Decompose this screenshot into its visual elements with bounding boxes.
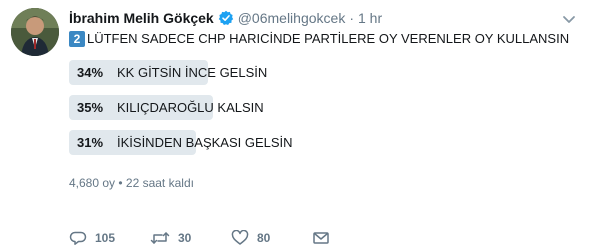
poll-label-2: KILIÇDAROĞLU KALSIN — [117, 100, 264, 115]
tweet-text-body: LÜTFEN SADECE CHP HARICİNDE PARTİLERE OY… — [87, 31, 570, 46]
poll-label-3: İKİSİNDEN BAŞKASI GELSİN — [117, 135, 293, 150]
poll: 34% KK GİTSİN İNCE GELSİN 35% KILIÇDAROĞ… — [69, 60, 479, 165]
tweet-timestamp[interactable]: 1 hr — [358, 10, 382, 26]
author-handle[interactable]: @06melihgokcek — [238, 10, 346, 26]
reply-count: 105 — [95, 231, 116, 245]
retweet-count: 30 — [178, 231, 192, 245]
chevron-down-icon[interactable] — [562, 12, 576, 23]
avatar-image — [11, 8, 59, 56]
like-button[interactable]: 80 — [231, 230, 270, 246]
poll-option-1: 34% KK GİTSİN İNCE GELSİN — [69, 60, 479, 85]
keycap-two-emoji: 2 — [69, 31, 85, 47]
retweet-icon — [150, 230, 170, 246]
direct-message-button[interactable] — [312, 230, 330, 246]
direct-message-icon — [312, 230, 330, 246]
poll-option-3: 31% İKİSİNDEN BAŞKASI GELSİN — [69, 130, 479, 155]
reply-button[interactable]: 105 — [69, 230, 115, 246]
poll-percent-3: 31% — [77, 135, 104, 150]
poll-percent-1: 34% — [77, 65, 104, 80]
poll-percent-2: 35% — [77, 100, 104, 115]
separator-dot: · — [349, 10, 354, 26]
tweet-text: 2 LÜTFEN SADECE CHP HARICİNDE PARTİLERE … — [69, 30, 570, 48]
tweet-header: İbrahim Melih Gökçek @06melihgokcek · 1 … — [69, 8, 550, 28]
tweet[interactable]: İbrahim Melih Gökçek @06melihgokcek · 1 … — [0, 0, 590, 252]
retweet-button[interactable]: 30 — [150, 230, 191, 246]
author-name[interactable]: İbrahim Melih Gökçek — [69, 10, 214, 26]
poll-label-1: KK GİTSİN İNCE GELSİN — [117, 65, 268, 80]
reply-icon — [69, 230, 87, 246]
poll-option-2: 35% KILIÇDAROĞLU KALSIN — [69, 95, 479, 120]
heart-icon — [231, 230, 249, 246]
like-count: 80 — [257, 231, 271, 245]
poll-summary: 4,680 oy • 22 saat kaldı — [69, 176, 194, 190]
verified-badge-icon — [218, 10, 234, 26]
avatar[interactable] — [11, 8, 59, 56]
